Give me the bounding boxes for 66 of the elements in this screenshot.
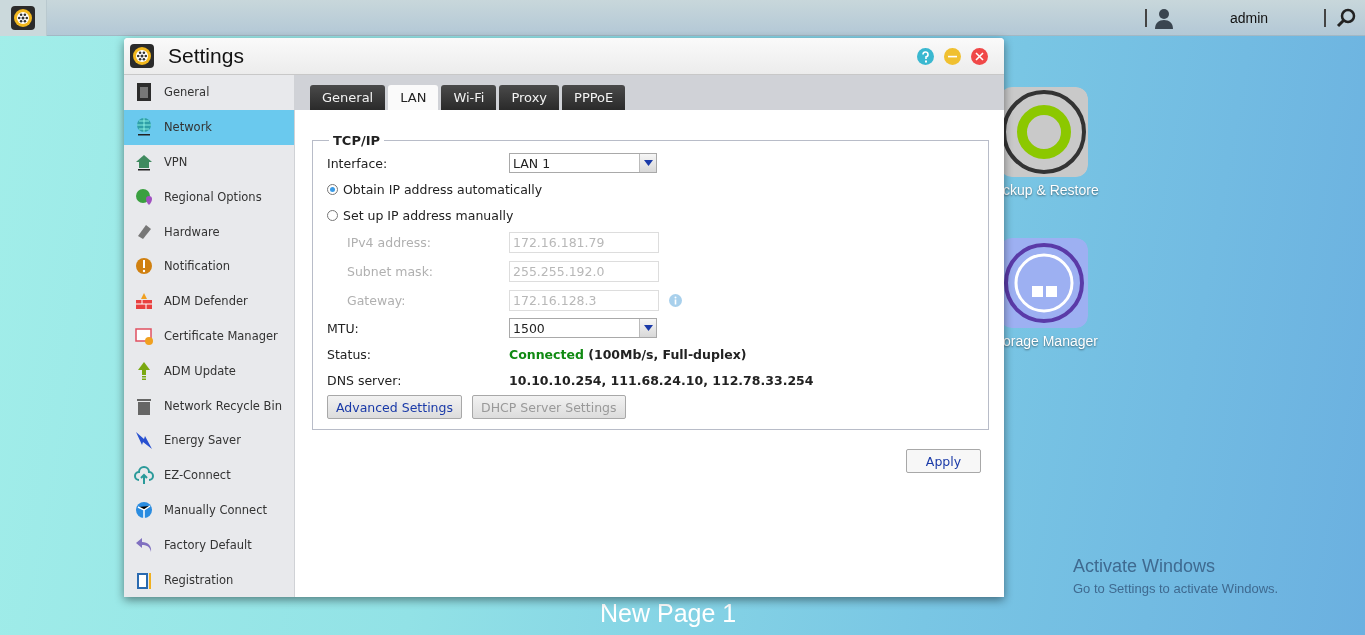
- field-label: Interface:: [327, 154, 389, 173]
- activation-title: Activate Windows: [1073, 556, 1216, 577]
- sidebar-item[interactable]: Energy Saver: [124, 422, 294, 458]
- app-label: orage Manager: [1003, 333, 1098, 349]
- backup-app-icon[interactable]: [1004, 87, 1088, 177]
- field-label: IPv4 address:: [346, 234, 432, 252]
- radio-option[interactable]: Set up IP address manually: [327, 202, 974, 228]
- field-label: Gateway:: [346, 292, 407, 310]
- house-icon: [134, 152, 154, 172]
- tab[interactable]: LAN: [388, 85, 439, 110]
- sidebar-item[interactable]: ADM Defender: [124, 283, 294, 319]
- field-label: Status:: [327, 345, 373, 364]
- sidebar-item[interactable]: VPN: [124, 144, 294, 180]
- tab[interactable]: PPPoE: [562, 85, 626, 110]
- close-icon[interactable]: [971, 47, 988, 65]
- sidebar-item[interactable]: ADM Update: [124, 353, 294, 389]
- app-label: ckup & Restore: [1003, 182, 1099, 198]
- exclamation-icon: [134, 256, 154, 277]
- sidebar-item[interactable]: Manually Connect: [124, 492, 294, 528]
- sidebar-item[interactable]: Network Recycle Bin: [124, 388, 294, 423]
- tab[interactable]: Proxy: [499, 85, 560, 110]
- radio-button[interactable]: [327, 209, 338, 221]
- interface-dropdown[interactable]: LAN 1: [509, 153, 657, 173]
- tab[interactable]: General: [310, 85, 386, 110]
- activation-text: Go to Settings to activate Windows.: [1073, 581, 1279, 596]
- sidebar-item[interactable]: Certificate Manager: [124, 318, 294, 354]
- tab[interactable]: Wi-Fi: [441, 85, 497, 110]
- status-value: Connected (100Mb/s, Full-duplex): [509, 345, 748, 364]
- user-name: admin: [1228, 9, 1270, 26]
- window-title: Settings: [168, 44, 245, 68]
- globe-network-icon: [134, 499, 154, 520]
- field-label: Subnet mask:: [346, 263, 435, 281]
- sidebar-item[interactable]: Network: [124, 109, 294, 145]
- sidebar-item[interactable]: Factory Default: [124, 527, 294, 563]
- globe-icon: [134, 117, 154, 138]
- firewall-icon: [134, 291, 154, 312]
- dns-value: 10.10.10.254, 111.68.24.10, 112.78.33.254: [509, 371, 815, 390]
- settings-button[interactable]: Advanced Settings: [327, 395, 462, 419]
- help-icon[interactable]: [917, 47, 934, 65]
- search-icon[interactable]: [1336, 7, 1356, 28]
- apply-button[interactable]: Apply: [906, 449, 981, 473]
- sidebar-item[interactable]: Notification: [124, 249, 294, 284]
- mtu-dropdown[interactable]: 1500: [509, 318, 657, 338]
- field-label: MTU:: [327, 319, 360, 338]
- caret-icon: [643, 160, 653, 166]
- page-title: New Page 1: [600, 598, 737, 628]
- sidebar-item[interactable]: Hardware: [124, 214, 294, 249]
- sidebar-item[interactable]: Regional Options: [124, 179, 294, 215]
- settings-app-icon: [11, 5, 35, 30]
- radio-button[interactable]: [327, 183, 338, 195]
- lightning-icon: [134, 430, 154, 451]
- sidebar-item[interactable]: EZ-Connect: [124, 457, 294, 493]
- field-label: DNS server:: [327, 371, 403, 390]
- settings-app-icon: [130, 44, 154, 68]
- globe-pin-icon: [134, 186, 154, 207]
- radio-option[interactable]: Obtain IP address automatically: [327, 176, 974, 202]
- group-title: TCP/IP: [332, 133, 382, 148]
- radio-label: Set up IP address manually: [343, 207, 514, 223]
- taskbar-app-button[interactable]: [0, 0, 47, 36]
- user-icon[interactable]: [1154, 6, 1174, 29]
- sidebar-item[interactable]: Registration: [124, 562, 294, 597]
- caret-icon: [643, 325, 653, 331]
- radio-label: Obtain IP address automatically: [343, 181, 543, 197]
- sidebar-item[interactable]: General: [124, 75, 294, 110]
- cloud-upload-icon: [134, 465, 154, 486]
- storage-app-icon[interactable]: [1004, 238, 1088, 328]
